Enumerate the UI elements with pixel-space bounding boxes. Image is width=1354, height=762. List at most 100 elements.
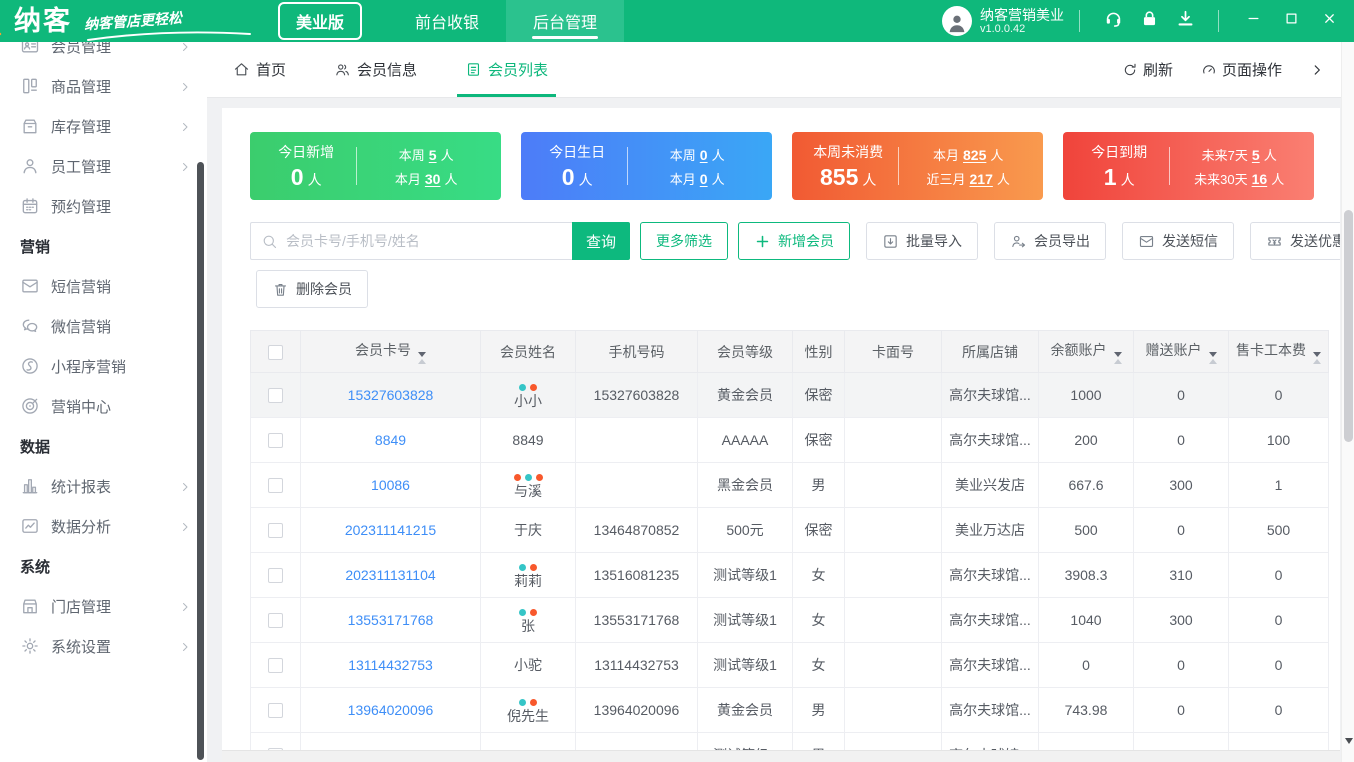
sort-desc-icon[interactable] (1113, 351, 1122, 357)
horizontal-scrollbar[interactable] (222, 750, 1340, 762)
tab-member-list[interactable]: 会员列表 (457, 42, 557, 97)
member-card-link[interactable]: 202311131104 (345, 567, 435, 583)
member-card-link[interactable]: 10086 (371, 477, 410, 493)
sidebar-item-data-analysis[interactable]: 数据分析 (0, 506, 207, 546)
sidebar-item-wechat-marketing[interactable]: 微信营销 (0, 306, 207, 346)
more-filters-button[interactable]: 更多筛选 (640, 222, 728, 260)
sidebar-item-sms-marketing[interactable]: 短信营销 (0, 266, 207, 306)
sidebar-item-label: 营销中心 (51, 398, 112, 416)
row-checkbox[interactable] (268, 388, 283, 404)
panel-collapse-chevron-icon[interactable] (1310, 63, 1324, 77)
member-export-button[interactable]: 会员导出 (994, 222, 1106, 260)
sidebar-item-marketing-center[interactable]: 营销中心 (0, 386, 207, 426)
row-checkbox[interactable] (268, 568, 283, 584)
col-header-gift[interactable]: 赠送账户 (1133, 330, 1229, 373)
sort-asc-icon[interactable] (1113, 358, 1122, 364)
chevron-right-icon (179, 120, 191, 132)
sort-asc-icon[interactable] (1313, 358, 1321, 364)
col-header-card[interactable]: 会员卡号 (300, 330, 481, 373)
stat-detail-label: 本月 (394, 171, 421, 187)
minimize-button[interactable] (1234, 0, 1272, 42)
tab-member-info[interactable]: 会员信息 (334, 42, 417, 97)
col-header-label: 手机号码 (608, 343, 665, 360)
titlebar-tools (1095, 0, 1203, 42)
stat-detail-row: 本周 0 人 (670, 145, 725, 164)
member-card-link[interactable]: 8849 (375, 432, 406, 448)
top-nav-cashier[interactable]: 前台收银 (388, 0, 506, 42)
maximize-icon (1284, 11, 1299, 31)
sidebar-item-inventory-mgmt[interactable]: 库存管理 (0, 106, 207, 146)
stat-detail-row: 本周 5 人 (399, 145, 454, 164)
sort-asc-icon[interactable] (1208, 358, 1217, 364)
stat-detail-row: 本月 825 人 (933, 145, 1003, 164)
sort-desc-icon[interactable] (1313, 351, 1321, 357)
sidebar-item-booking-mgmt[interactable]: 预约管理 (0, 186, 207, 226)
sidebar-item-product-mgmt[interactable]: 商品管理 (0, 66, 207, 106)
refresh-button[interactable]: 刷新 (1122, 59, 1173, 80)
lock-button[interactable] (1131, 0, 1167, 42)
scroll-down-arrow-icon[interactable] (1345, 738, 1353, 744)
vertical-scrollbar[interactable] (1341, 42, 1354, 762)
user-info[interactable]: 纳客营销美业 v1.0.0.42 (942, 6, 1064, 36)
member-card-link[interactable]: 13964020096 (348, 702, 434, 718)
row-select-cell (250, 552, 301, 598)
batch-import-button[interactable]: 批量导入 (866, 222, 978, 260)
sidebar-item-store-mgmt[interactable]: 门店管理 (0, 586, 207, 626)
sidebar-scrollbar[interactable] (197, 162, 204, 760)
sidebar-item-staff-mgmt[interactable]: 员工管理 (0, 146, 207, 186)
row-checkbox[interactable] (268, 433, 283, 449)
maximize-button[interactable] (1272, 0, 1310, 42)
search-input[interactable] (286, 233, 562, 249)
close-button[interactable] (1310, 0, 1348, 42)
stat-card-expire-today[interactable]: 今日到期 1 人未来7天 5 人未来30天 16 人 (1063, 132, 1314, 200)
cell-fee: 0 (1228, 552, 1329, 598)
delete-member-button[interactable]: 删除会员 (256, 270, 368, 308)
member-card-link[interactable]: 13553171768 (348, 612, 434, 628)
page-actions-button[interactable]: 页面操作 (1201, 59, 1282, 80)
top-nav-backoffice[interactable]: 后台管理 (506, 0, 625, 42)
query-button[interactable]: 查询 (572, 222, 630, 260)
sidebar-item-miniprogram-marketing[interactable]: 小程序营销 (0, 346, 207, 386)
users-icon (334, 61, 351, 78)
sort-asc-icon[interactable] (418, 358, 426, 364)
chevron-right-icon (179, 480, 191, 492)
col-header-fee[interactable]: 售卡工本费 (1228, 330, 1329, 373)
sidebar-item-member-mgmt[interactable]: 会员管理 (0, 42, 207, 66)
sidebar-item-stats-report[interactable]: 统计报表 (0, 466, 207, 506)
row-checkbox[interactable] (268, 523, 283, 539)
select-all-checkbox[interactable] (268, 344, 283, 360)
member-name: 于庆 (514, 521, 542, 538)
tab-home[interactable]: 首页 (233, 42, 286, 97)
row-checkbox[interactable] (268, 478, 283, 494)
stat-card-no-spend-week[interactable]: 本周未消费 855 人本月 825 人近三月 217 人 (792, 132, 1043, 200)
cell-balance: 200 (1038, 417, 1134, 463)
add-member-button[interactable]: 新增会员 (738, 222, 850, 260)
row-checkbox[interactable] (268, 658, 283, 674)
col-header-balance[interactable]: 余额账户 (1038, 330, 1134, 373)
member-card-link[interactable]: 202311141215 (345, 522, 436, 538)
stat-card-birthday-today[interactable]: 今日生日 0 人本周 0 人本月 0 人 (521, 132, 772, 200)
stat-card-main: 今日生日 0 人 (527, 142, 627, 191)
row-checkbox[interactable] (268, 613, 283, 629)
sidebar-item-label: 预约管理 (51, 198, 112, 216)
row-checkbox[interactable] (268, 703, 283, 719)
stat-card-new-today[interactable]: 今日新增 0 人本周 5 人本月 30 人 (250, 132, 501, 200)
member-tag-dots-icon (481, 561, 575, 571)
cell-name: 小驼 (480, 642, 576, 688)
vertical-scrollbar-thumb[interactable] (1344, 210, 1353, 442)
download-button[interactable] (1167, 0, 1203, 42)
stat-card-title: 今日生日 (549, 143, 606, 160)
support-button[interactable] (1095, 0, 1131, 42)
cell-fee: 0 (1228, 642, 1329, 688)
send-coupon-button[interactable]: 发送优惠券 (1250, 222, 1340, 260)
send-sms-button[interactable]: 发送短信 (1122, 222, 1234, 260)
edition-badge[interactable]: 美业版 (278, 2, 363, 40)
sort-desc-icon[interactable] (1208, 351, 1217, 357)
cell-level: 黄金会员 (697, 687, 793, 733)
sort-desc-icon[interactable] (418, 351, 426, 357)
stat-detail-label: 本月 (669, 171, 696, 187)
section-system: 系统 (20, 558, 51, 576)
sidebar-item-system-settings[interactable]: 系统设置 (0, 626, 207, 666)
member-card-link[interactable]: 13114432753 (348, 657, 433, 673)
member-card-link[interactable]: 15327603828 (348, 387, 434, 403)
